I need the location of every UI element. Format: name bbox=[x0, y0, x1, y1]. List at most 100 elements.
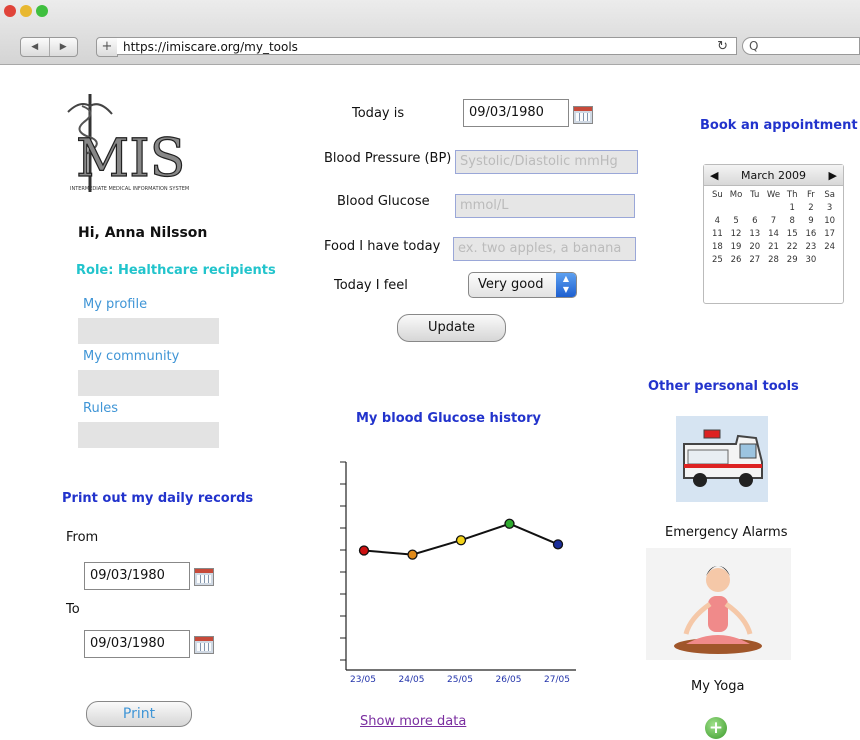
address-bar[interactable]: https://imiscare.org/my_tools ↻ bbox=[117, 37, 737, 55]
calendar-day[interactable]: 21 bbox=[764, 242, 783, 252]
chart-title: My blood Glucose history bbox=[356, 411, 541, 426]
emergency-alarms-label: Emergency Alarms bbox=[665, 525, 788, 540]
calendar-day bbox=[820, 255, 839, 265]
calendar-day bbox=[764, 203, 783, 213]
appointment-calendar: ◀ March 2009 ▶ Su Mo Tu We Th Fr Sa 1 2 3 4 5 6 7 8 9 10… bbox=[703, 164, 844, 304]
calendar-day[interactable]: 6 bbox=[745, 216, 764, 226]
calendar-day[interactable]: 29 bbox=[783, 255, 802, 265]
calendar-day[interactable]: 9 bbox=[802, 216, 821, 226]
today-calendar-icon[interactable] bbox=[573, 106, 593, 124]
calendar-day[interactable]: 15 bbox=[783, 229, 802, 239]
prev-month-icon[interactable]: ◀ bbox=[710, 169, 718, 182]
url-text: https://imiscare.org/my_tools bbox=[123, 40, 298, 54]
to-calendar-icon[interactable] bbox=[194, 636, 214, 654]
data-point bbox=[504, 518, 515, 529]
tools-heading: Other personal tools bbox=[648, 379, 799, 394]
calendar-day[interactable]: 2 bbox=[802, 203, 821, 213]
to-label: To bbox=[66, 602, 80, 617]
calendar-day[interactable]: 23 bbox=[802, 242, 821, 252]
calendar-day[interactable]: 18 bbox=[708, 242, 727, 252]
profile-box bbox=[78, 318, 219, 344]
calendar-day[interactable]: 26 bbox=[727, 255, 746, 265]
glucose-chart bbox=[340, 461, 576, 671]
calendar-day[interactable]: 5 bbox=[727, 216, 746, 226]
data-point bbox=[407, 549, 418, 560]
emergency-alarm-image[interactable] bbox=[676, 416, 768, 502]
calendar-header: ◀ March 2009 ▶ bbox=[704, 165, 843, 186]
yoga-label: My Yoga bbox=[691, 679, 745, 694]
back-icon[interactable]: ◀ bbox=[21, 38, 49, 56]
data-point bbox=[455, 535, 467, 546]
browser-toolbar: ◀ ▶ + https://imiscare.org/my_tools ↻ Q bbox=[0, 0, 860, 65]
svg-text:INTERMEDIATE MEDICAL INFORMATI: INTERMEDIATE MEDICAL INFORMATION SYSTEM bbox=[70, 186, 189, 192]
blood-pressure-input[interactable]: Systolic/Diastolic mmHg bbox=[455, 150, 638, 174]
community-box bbox=[78, 370, 219, 396]
show-more-data-link[interactable]: Show more data bbox=[360, 714, 466, 729]
back-forward-buttons: ◀ ▶ bbox=[20, 37, 78, 57]
from-calendar-icon[interactable] bbox=[194, 568, 214, 586]
update-button[interactable]: Update bbox=[397, 314, 506, 342]
feel-select[interactable]: Very good ▲ ▼ bbox=[468, 272, 577, 298]
calendar-day[interactable]: 22 bbox=[783, 242, 802, 252]
x-tick-label: 26/05 bbox=[495, 675, 522, 685]
calendar-day[interactable]: 19 bbox=[727, 242, 746, 252]
calendar-day[interactable]: 16 bbox=[802, 229, 821, 239]
forward-icon[interactable]: ▶ bbox=[48, 38, 78, 56]
calendar-day[interactable]: 14 bbox=[764, 229, 783, 239]
site-logo: MIS INTERMEDIATE MEDICAL INFORMATION SYS… bbox=[62, 92, 202, 200]
calendar-day[interactable]: 11 bbox=[708, 229, 727, 239]
next-month-icon[interactable]: ▶ bbox=[829, 169, 837, 182]
calendar-day[interactable]: 20 bbox=[745, 242, 764, 252]
caduceus-logo-icon: MIS INTERMEDIATE MEDICAL INFORMATION SYS… bbox=[67, 94, 189, 192]
glucose-label: Blood Glucose bbox=[337, 194, 430, 209]
yoga-figure-icon bbox=[674, 566, 762, 654]
print-button[interactable]: Print bbox=[86, 701, 192, 727]
calendar-day[interactable]: 24 bbox=[820, 242, 839, 252]
weekday-header: Fr bbox=[807, 190, 815, 200]
food-input[interactable]: ex. two apples, a banana bbox=[453, 237, 636, 261]
weekday-header: Mo bbox=[729, 190, 743, 200]
add-bookmark-button[interactable]: + bbox=[96, 37, 118, 57]
blood-glucose-input[interactable]: mmol/L bbox=[455, 194, 635, 218]
calendar-day[interactable]: 4 bbox=[708, 216, 727, 226]
yoga-image[interactable] bbox=[646, 548, 791, 660]
food-label: Food I have today bbox=[324, 239, 441, 254]
calendar-day[interactable]: 7 bbox=[764, 216, 783, 226]
search-field[interactable]: Q bbox=[742, 37, 860, 55]
calendar-day bbox=[745, 203, 764, 213]
minimize-window-button[interactable] bbox=[20, 5, 32, 17]
close-window-button[interactable] bbox=[4, 5, 16, 17]
calendar-day[interactable]: 28 bbox=[764, 255, 783, 265]
today-date-input[interactable]: 09/03/1980 bbox=[463, 99, 569, 127]
calendar-day[interactable]: 8 bbox=[783, 216, 802, 226]
data-point bbox=[552, 539, 564, 550]
select-arrows-icon: ▲ ▼ bbox=[556, 273, 576, 297]
calendar-day[interactable]: 1 bbox=[783, 203, 802, 213]
svg-text:MIS: MIS bbox=[76, 129, 185, 189]
calendar-day[interactable]: 25 bbox=[708, 255, 727, 265]
add-tool-icon[interactable]: + bbox=[705, 717, 727, 739]
x-tick-label: 27/05 bbox=[544, 675, 570, 685]
calendar-day[interactable]: 27 bbox=[745, 255, 764, 265]
today-label: Today is bbox=[352, 106, 405, 121]
ambulance-icon bbox=[683, 429, 763, 487]
feel-label: Today I feel bbox=[334, 278, 408, 293]
calendar-day[interactable]: 12 bbox=[727, 229, 746, 239]
from-date-input[interactable]: 09/03/1980 bbox=[84, 562, 190, 590]
to-date-input[interactable]: 09/03/1980 bbox=[84, 630, 190, 658]
user-role: Role: Healthcare recipients bbox=[76, 263, 276, 278]
calendar-day[interactable]: 30 bbox=[802, 255, 821, 265]
data-point bbox=[358, 545, 370, 556]
my-community-link[interactable]: My community bbox=[83, 349, 179, 364]
calendar-day[interactable]: 10 bbox=[820, 216, 839, 226]
zoom-window-button[interactable] bbox=[36, 5, 48, 17]
rules-link[interactable]: Rules bbox=[83, 401, 118, 416]
calendar-day[interactable]: 3 bbox=[820, 203, 839, 213]
reload-icon[interactable]: ↻ bbox=[717, 38, 728, 56]
rules-box bbox=[78, 422, 219, 448]
weekday-header: Sa bbox=[824, 190, 835, 200]
calendar-day[interactable]: 13 bbox=[745, 229, 764, 239]
appointment-heading[interactable]: Book an appointment bbox=[700, 118, 858, 133]
my-profile-link[interactable]: My profile bbox=[83, 297, 147, 312]
calendar-day[interactable]: 17 bbox=[820, 229, 839, 239]
